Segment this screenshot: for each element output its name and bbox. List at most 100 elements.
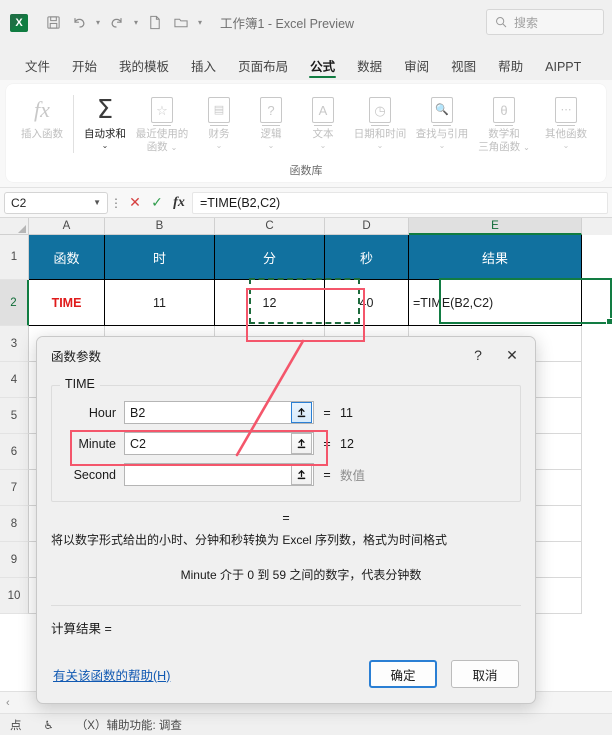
more-functions-dropdown-icon[interactable]: ⌄ xyxy=(563,141,570,150)
row-header-8[interactable]: 8 xyxy=(0,506,29,542)
row-header-2[interactable]: 2 xyxy=(0,280,29,326)
second-label: Second xyxy=(73,467,116,482)
result-equals-line: = xyxy=(282,511,290,525)
ribbon-tab-3[interactable]: 插入 xyxy=(180,60,227,81)
function-library-group-label: 函数库 xyxy=(289,165,323,177)
cell-C1[interactable]: 分 xyxy=(215,235,325,280)
search-input[interactable]: 搜索 xyxy=(486,9,604,35)
function-name-label: TIME xyxy=(60,377,100,391)
dialog-body: TIME Hour = 11 Minute xyxy=(37,377,535,583)
autosum-label: 自动求和 xyxy=(84,128,126,140)
argument-row-hour: Hour = 11 xyxy=(62,398,510,427)
row-header-1[interactable]: 1 xyxy=(0,235,29,280)
autosum-dropdown-icon[interactable]: ⌄ xyxy=(102,141,109,150)
formula-input[interactable]: =TIME(B2,C2) xyxy=(192,191,608,214)
ok-button[interactable]: 确定 xyxy=(369,660,437,688)
insert-function-icon[interactable]: fx xyxy=(168,195,190,211)
financial-button[interactable]: ▤ 财务 ⌄ xyxy=(193,89,245,150)
insert-function-button[interactable]: fx 插入函数 xyxy=(16,89,68,141)
cell-B2[interactable]: 11 xyxy=(105,280,215,326)
hour-result: 11 xyxy=(340,405,353,420)
recent-functions-button[interactable]: ☆ 最近使用的 函数 ⌄ xyxy=(131,89,193,154)
autosum-button[interactable]: Σ 自动求和 ⌄ xyxy=(79,89,131,150)
column-header-E[interactable]: E xyxy=(409,218,582,235)
second-equals: = xyxy=(323,467,331,482)
column-header-C[interactable]: C xyxy=(215,218,325,235)
question-mark-icon[interactable]: ? xyxy=(461,340,495,370)
second-field-wrap[interactable] xyxy=(124,463,314,486)
ribbon-tab-0[interactable]: 文件 xyxy=(14,60,61,81)
confirm-check-icon[interactable]: ✓ xyxy=(146,194,168,211)
second-field[interactable] xyxy=(125,464,291,485)
cancel-button[interactable]: 取消 xyxy=(451,660,519,688)
minute-collapse-dialog-icon[interactable] xyxy=(291,433,312,454)
ribbon-tab-2[interactable]: 我的模板 xyxy=(108,60,180,81)
lookup-reference-label: 查找与引用 xyxy=(415,128,469,140)
cell-D1[interactable]: 秒 xyxy=(325,235,409,280)
function-help-link[interactable]: 有关该函数的帮助(H) xyxy=(53,665,355,684)
math-trig-button[interactable]: θ 数学和 三角函数 ⌄ xyxy=(473,89,535,154)
ribbon-tab-10[interactable]: AIPPT xyxy=(534,60,592,81)
date-time-label: 日期和时间 xyxy=(353,128,407,140)
more-functions-button[interactable]: ⋯ 其他函数 ⌄ xyxy=(535,89,597,150)
date-time-dropdown-icon[interactable]: ⌄ xyxy=(377,141,384,150)
cell-D2[interactable]: 40 xyxy=(325,280,409,326)
open-folder-icon[interactable] xyxy=(168,10,194,36)
ribbon-tab-5[interactable]: 公式 xyxy=(299,60,346,81)
cell-C2[interactable]: 12 xyxy=(215,280,325,326)
redo-icon[interactable] xyxy=(104,10,130,36)
column-header-A[interactable]: A xyxy=(29,218,105,235)
ribbon-tab-1[interactable]: 开始 xyxy=(61,60,108,81)
row-header-3[interactable]: 3 xyxy=(0,326,29,362)
undo-icon[interactable] xyxy=(66,10,92,36)
logical-dropdown-icon[interactable]: ⌄ xyxy=(268,141,275,150)
hour-field[interactable] xyxy=(125,402,291,423)
lookup-reference-dropdown-icon[interactable]: ⌄ xyxy=(439,141,446,150)
ribbon-tab-8[interactable]: 视图 xyxy=(440,60,487,81)
row-header-5[interactable]: 5 xyxy=(0,398,29,434)
close-x-icon[interactable]: ✕ xyxy=(495,340,529,370)
cell-E1[interactable]: 结果 xyxy=(409,235,582,280)
row-header-10[interactable]: 10 xyxy=(0,578,29,614)
ribbon-tab-7[interactable]: 审阅 xyxy=(393,60,440,81)
text-label: 文本 xyxy=(312,128,334,140)
date-time-button[interactable]: ◷ 日期和时间 ⌄ xyxy=(349,89,411,150)
row-header-7[interactable]: 7 xyxy=(0,470,29,506)
minute-field[interactable] xyxy=(125,433,291,454)
financial-dropdown-icon[interactable]: ⌄ xyxy=(216,141,223,150)
cell-A1[interactable]: 函数 xyxy=(29,235,105,280)
name-box[interactable]: C2 ▼ xyxy=(4,191,108,214)
hour-collapse-dialog-icon[interactable] xyxy=(291,402,312,423)
name-box-chevron-down-icon[interactable]: ▼ xyxy=(93,198,101,207)
save-icon[interactable] xyxy=(40,10,66,36)
text-button[interactable]: A 文本 ⌄ xyxy=(297,89,349,150)
lookup-reference-button[interactable]: 🔍 查找与引用 ⌄ xyxy=(411,89,473,150)
logical-button[interactable]: ? 逻辑 ⌄ xyxy=(245,89,297,150)
cell-E2[interactable]: =TIME(B2,C2) xyxy=(409,280,582,326)
redo-dropdown-icon[interactable]: ▾ xyxy=(130,10,142,36)
cell-B1[interactable]: 时 xyxy=(105,235,215,280)
select-all-corner[interactable] xyxy=(0,218,29,235)
new-file-icon[interactable] xyxy=(142,10,168,36)
ribbon-tab-6[interactable]: 数据 xyxy=(346,60,393,81)
ribbon-tab-9[interactable]: 帮助 xyxy=(487,60,534,81)
row-header-9[interactable]: 9 xyxy=(0,542,29,578)
undo-dropdown-icon[interactable]: ▾ xyxy=(92,10,104,36)
hour-equals: = xyxy=(323,405,331,420)
cell-A2[interactable]: TIME xyxy=(29,280,105,326)
ribbon-tab-4[interactable]: 页面布局 xyxy=(227,60,299,81)
hour-field-wrap[interactable] xyxy=(124,401,314,424)
formula-bar-more-icon[interactable]: ⋮ xyxy=(108,196,124,210)
row-header-4[interactable]: 4 xyxy=(0,362,29,398)
customize-qat-icon[interactable]: ▾ xyxy=(194,10,206,36)
sheet-nav-prev-icon[interactable]: ‹ xyxy=(6,697,10,709)
column-header-D[interactable]: D xyxy=(325,218,409,235)
column-header-B[interactable]: B xyxy=(105,218,215,235)
minute-field-wrap[interactable] xyxy=(124,432,314,455)
status-bar: 点 ♿ （X）辅助功能: 调查 xyxy=(0,713,612,735)
row-header-6[interactable]: 6 xyxy=(0,434,29,470)
second-collapse-dialog-icon[interactable] xyxy=(291,464,312,485)
status-mode: 点 xyxy=(10,719,22,732)
text-dropdown-icon[interactable]: ⌄ xyxy=(320,141,327,150)
cancel-x-icon[interactable]: ✕ xyxy=(124,194,146,211)
